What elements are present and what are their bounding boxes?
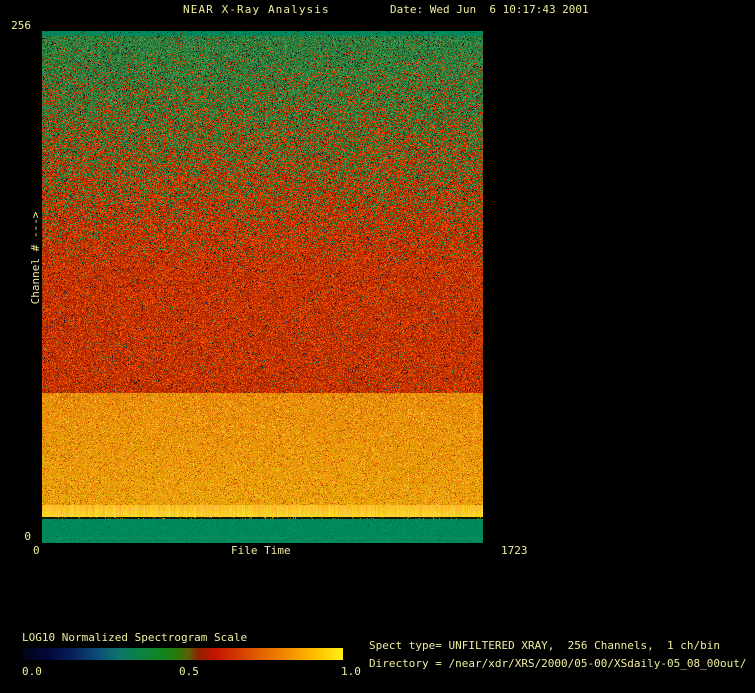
page-title: NEAR X-Ray Analysis xyxy=(183,3,330,16)
directory-text: Directory = /near/xdr/XRS/2000/05-00/XSd… xyxy=(369,657,747,670)
date-label: Date: Wed Jun 6 10:17:43 2001 xyxy=(390,3,589,16)
x-axis-title: File Time xyxy=(231,544,291,557)
x-axis-min-label: 0 xyxy=(33,544,40,557)
spectrogram-canvas xyxy=(42,31,483,543)
colorbar-tick-max: 1.0 xyxy=(341,665,361,678)
x-axis-max-label: 1723 xyxy=(501,544,528,557)
colorbar-title: LOG10 Normalized Spectrogram Scale xyxy=(22,631,248,644)
colorbar-gradient xyxy=(22,648,343,660)
y-axis-max-label: 256 xyxy=(11,19,31,32)
spect-type-text: Spect type= UNFILTERED XRAY, 256 Channel… xyxy=(369,639,720,652)
plot-area xyxy=(42,31,483,543)
colorbar-tick-mid: 0.5 xyxy=(179,665,199,678)
colorbar-tick-min: 0.0 xyxy=(22,665,42,678)
y-axis-min-label: 0 xyxy=(24,530,31,543)
y-axis-title: Channel # ---> xyxy=(29,211,42,305)
app-screen: NEAR X-Ray Analysis Date: Wed Jun 6 10:1… xyxy=(0,0,755,693)
